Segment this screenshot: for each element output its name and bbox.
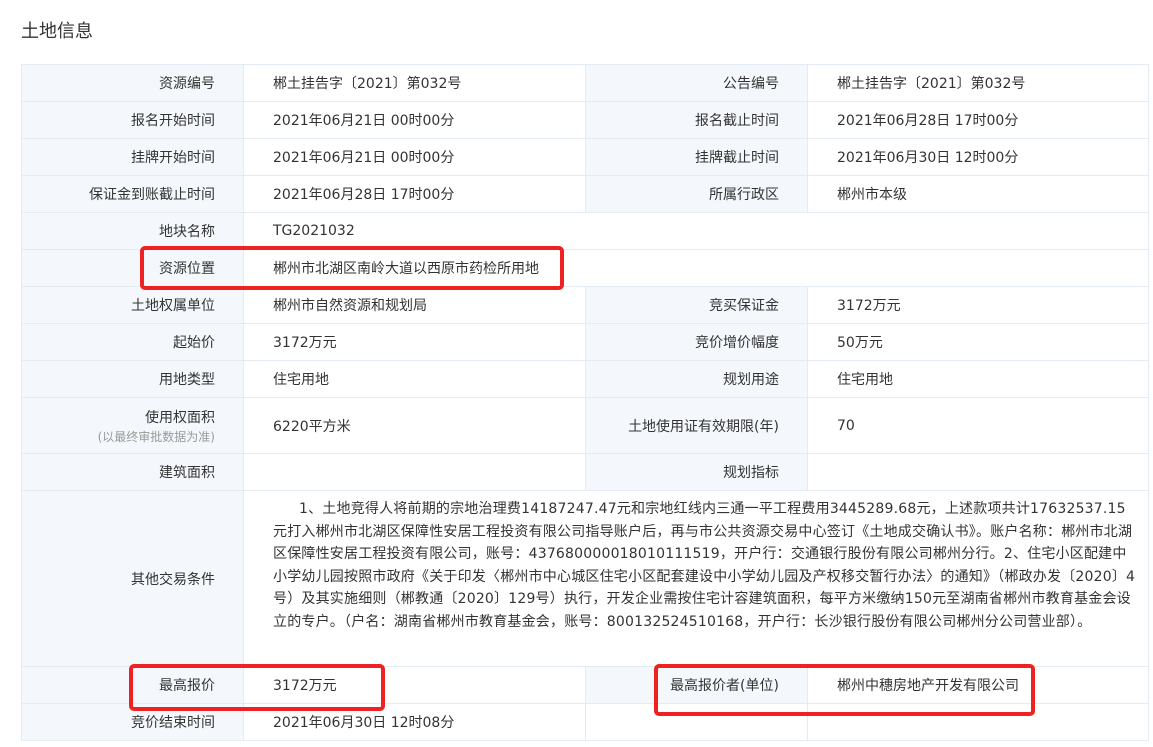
label-planning-index: 规划指标	[585, 453, 808, 491]
table-row: 建筑面积 规划指标	[21, 453, 1149, 491]
value-highest-bid: 3172万元	[243, 666, 586, 704]
empty-cell	[585, 703, 808, 741]
value-parcel-name: TG2021032	[243, 212, 1149, 250]
table-row: 起始价 3172万元 竞价增价幅度 50万元	[21, 323, 1149, 361]
label-notice-no: 公告编号	[585, 64, 808, 102]
value-increment: 50万元	[807, 323, 1149, 361]
other-conditions-text: 1、土地竞得人将前期的宗地治理费14187247.47元和宗地红线内三通一平工程…	[273, 501, 1136, 630]
table-row: 用地类型 住宅用地 规划用途 住宅用地	[21, 360, 1149, 398]
value-use-area: 6220平方米	[243, 397, 586, 454]
value-signup-end: 2021年06月28日 17时00分	[807, 101, 1149, 139]
value-planning-index	[807, 453, 1149, 491]
table-row: 资源位置 郴州市北湖区南岭大道以西原市药检所用地	[21, 249, 1149, 287]
table-row: 挂牌开始时间 2021年06月21日 00时00分 挂牌截止时间 2021年06…	[21, 138, 1149, 176]
value-bid-end-time: 2021年06月30日 12时08分	[243, 703, 586, 741]
table-row: 保证金到账截止时间 2021年06月28日 17时00分 所属行政区 郴州市本级	[21, 175, 1149, 213]
label-resource-no: 资源编号	[21, 64, 244, 102]
table-row: 最高报价 3172万元 最高报价者(单位) 郴州中穗房地产开发有限公司	[21, 666, 1149, 704]
table-row: 地块名称 TG2021032	[21, 212, 1149, 250]
label-listing-end: 挂牌截止时间	[585, 138, 808, 176]
label-building-area: 建筑面积	[21, 453, 244, 491]
label-planned-use: 规划用途	[585, 360, 808, 398]
value-district: 郴州市本级	[807, 175, 1149, 213]
section-title: 土地信息	[21, 21, 93, 42]
label-start-price: 起始价	[21, 323, 244, 361]
value-bid-deposit: 3172万元	[807, 286, 1149, 324]
value-listing-end: 2021年06月30日 12时00分	[807, 138, 1149, 176]
label-use-area-note: (以最终审批数据为准)	[97, 429, 215, 444]
label-other-conditions: 其他交易条件	[21, 490, 244, 667]
value-resource-no: 郴土挂告字〔2021〕第032号	[243, 64, 586, 102]
label-deposit-deadline: 保证金到账截止时间	[21, 175, 244, 213]
land-info-table: 资源编号 郴土挂告字〔2021〕第032号 公告编号 郴土挂告字〔2021〕第0…	[21, 64, 1149, 741]
table-row: 其他交易条件 1、土地竞得人将前期的宗地治理费14187247.47元和宗地红线…	[21, 490, 1149, 667]
table-row: 报名开始时间 2021年06月21日 00时00分 报名截止时间 2021年06…	[21, 101, 1149, 139]
label-listing-start: 挂牌开始时间	[21, 138, 244, 176]
value-start-price: 3172万元	[243, 323, 586, 361]
label-bid-deposit: 竞买保证金	[585, 286, 808, 324]
value-other-conditions: 1、土地竞得人将前期的宗地治理费14187247.47元和宗地红线内三通一平工程…	[243, 490, 1149, 667]
value-notice-no: 郴土挂告字〔2021〕第032号	[807, 64, 1149, 102]
label-use-area-text: 使用权面积	[145, 409, 215, 426]
table-row: 资源编号 郴土挂告字〔2021〕第032号 公告编号 郴土挂告字〔2021〕第0…	[21, 64, 1149, 102]
table-row: 土地权属单位 郴州市自然资源和规划局 竞买保证金 3172万元	[21, 286, 1149, 324]
table-row: 竞价结束时间 2021年06月30日 12时08分	[21, 703, 1149, 741]
empty-cell	[807, 703, 1149, 741]
label-bid-end-time: 竞价结束时间	[21, 703, 244, 741]
label-location: 资源位置	[21, 249, 244, 287]
label-highest-bidder: 最高报价者(单位)	[585, 666, 808, 704]
label-increment: 竞价增价幅度	[585, 323, 808, 361]
value-planned-use: 住宅用地	[807, 360, 1149, 398]
label-signup-start: 报名开始时间	[21, 101, 244, 139]
value-highest-bidder: 郴州中穗房地产开发有限公司	[807, 666, 1149, 704]
table-row: 使用权面积 (以最终审批数据为准) 6220平方米 土地使用证有效期限(年) 7…	[21, 397, 1149, 454]
value-signup-start: 2021年06月21日 00时00分	[243, 101, 586, 139]
label-signup-end: 报名截止时间	[585, 101, 808, 139]
label-land-type: 用地类型	[21, 360, 244, 398]
value-cert-term: 70	[807, 397, 1149, 454]
value-listing-start: 2021年06月21日 00时00分	[243, 138, 586, 176]
label-parcel-name: 地块名称	[21, 212, 244, 250]
value-owner: 郴州市自然资源和规划局	[243, 286, 586, 324]
label-use-area: 使用权面积 (以最终审批数据为准)	[21, 397, 244, 454]
label-owner: 土地权属单位	[21, 286, 244, 324]
label-highest-bid: 最高报价	[21, 666, 244, 704]
value-deposit-deadline: 2021年06月28日 17时00分	[243, 175, 586, 213]
label-cert-term: 土地使用证有效期限(年)	[585, 397, 808, 454]
label-district: 所属行政区	[585, 175, 808, 213]
value-location: 郴州市北湖区南岭大道以西原市药检所用地	[243, 249, 1149, 287]
value-building-area	[243, 453, 586, 491]
value-land-type: 住宅用地	[243, 360, 586, 398]
